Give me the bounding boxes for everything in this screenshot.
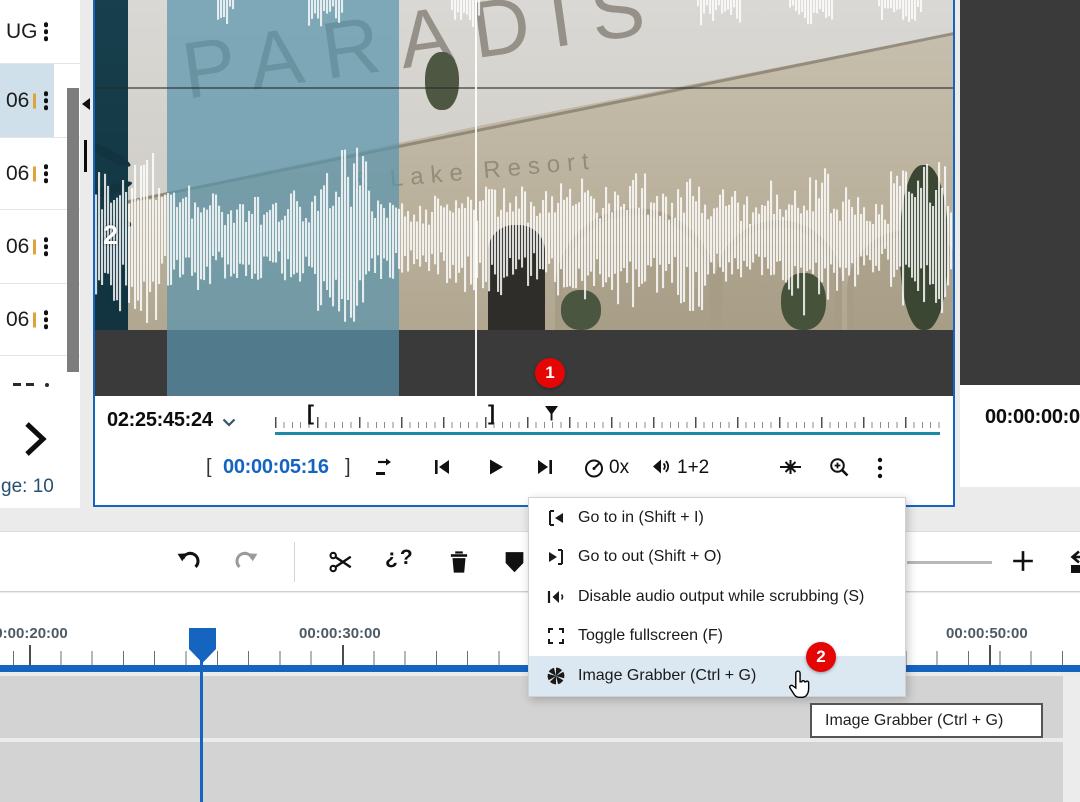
source-video-viewport[interactable]: PARADIS & Lake Resort 2	[95, 0, 953, 396]
bin-clip-row[interactable]: UG	[0, 0, 80, 64]
fullscreen-icon	[544, 626, 568, 646]
in-point-mark[interactable]: [	[307, 402, 314, 426]
mute-scrub-icon	[544, 587, 568, 607]
chevron-down-icon[interactable]	[222, 418, 236, 427]
timeline-playhead-handle[interactable]	[189, 628, 216, 664]
timeline-playhead-line	[200, 660, 203, 802]
callout-badge-1: 1	[535, 358, 565, 388]
menu-item-image-grabber[interactable]: Image Grabber (Ctrl + G)	[529, 656, 905, 696]
next-page-button[interactable]	[22, 420, 48, 458]
next-frame-icon[interactable]	[534, 456, 556, 478]
jump-to-playhead-icon[interactable]	[1062, 549, 1080, 575]
scrub-progress-line	[275, 432, 940, 436]
clip-name: 06	[6, 308, 29, 332]
delete-trash-icon[interactable]	[446, 549, 472, 575]
timeline-scrollbar[interactable]	[1063, 676, 1080, 802]
play-icon[interactable]	[484, 456, 506, 478]
duration-out-bracket: ]	[345, 456, 351, 479]
zoom-plus-icon[interactable]	[1011, 549, 1035, 573]
timeline-track-2[interactable]	[0, 742, 1080, 802]
clip-thumb-sliver	[33, 239, 36, 254]
timeline-zoom-slider[interactable]	[907, 561, 992, 564]
collapse-panel-icon[interactable]	[82, 98, 90, 110]
menu-item-disable-audio-scrub[interactable]: Disable audio output while scrubbing (S)	[529, 577, 905, 617]
page-indicator: ge: 10	[1, 476, 54, 498]
scrub-bar[interactable]: [ ]	[275, 409, 940, 435]
clip-thumb-sliver	[33, 93, 36, 108]
source-monitor-panel: PARADIS & Lake Resort 2	[93, 0, 955, 507]
unlink-icon[interactable]: ¿?	[385, 546, 415, 570]
audio-channels-value: 1+2	[677, 457, 709, 479]
duration-in-bracket: [	[206, 456, 212, 479]
playback-speed-value: 0x	[609, 457, 629, 479]
current-timecode[interactable]: 02:25:45:24	[107, 409, 213, 432]
clip-name: 06	[6, 162, 29, 186]
source-monitor-controls: 02:25:45:24 [ ] [ 00:00:05:16 ]	[95, 396, 953, 505]
previous-frame-icon[interactable]	[431, 456, 453, 478]
zoom-in-icon[interactable]	[828, 456, 851, 479]
track-number-label: 2	[103, 220, 118, 251]
video-editor-app: UG 06 06 06 06	[0, 0, 1080, 802]
kebab-menu-icon[interactable]	[41, 89, 51, 113]
menu-item-go-to-in[interactable]: Go to in (Shift + I)	[529, 498, 905, 538]
kebab-menu-icon[interactable]	[41, 162, 51, 186]
cut-scissors-icon[interactable]	[327, 549, 355, 575]
monitor-context-menu: Go to in (Shift + I) Go to out (Shift + …	[528, 497, 906, 697]
playback-speed-icon[interactable]	[582, 456, 606, 480]
program-monitor-panel: 00:00:00:00	[960, 0, 1080, 487]
kebab-menu-icon[interactable]	[41, 308, 51, 332]
ruler-timecode-label: 00:00:50:00	[946, 625, 1028, 642]
menu-item-toggle-fullscreen[interactable]: Toggle fullscreen (F)	[529, 617, 905, 657]
redo-icon[interactable]	[233, 549, 259, 575]
bin-scrollbar[interactable]	[67, 88, 79, 372]
audio-waveform	[95, 0, 953, 396]
program-video-viewport[interactable]	[960, 0, 1080, 385]
image-grabber-shutter-icon	[544, 666, 568, 686]
monitor-more-kebab-icon[interactable]	[876, 456, 884, 480]
marker-shield-icon[interactable]	[502, 549, 527, 575]
clip-name: 06	[6, 235, 29, 259]
scrub-ticks-major	[275, 417, 940, 428]
splitter-handle[interactable]	[84, 140, 87, 172]
out-point-mark[interactable]: ]	[488, 402, 495, 426]
kebab-menu-icon[interactable]	[41, 20, 51, 44]
ruler-timecode-label: 00:00:20:00	[0, 625, 68, 642]
transport-controls: [ 00:00:05:16 ] 0x	[95, 450, 953, 500]
clip-name: 06	[6, 89, 29, 113]
scrub-playhead-handle[interactable]	[544, 406, 559, 421]
clip-thumb-sliver	[33, 166, 36, 181]
ruler-timecode-label: 00:00:30:00	[299, 625, 381, 642]
speaker-icon[interactable]	[650, 456, 672, 478]
program-timecode[interactable]: 00:00:00:00	[985, 406, 1080, 429]
kebab-menu-icon[interactable]	[41, 235, 51, 259]
go-to-out-icon	[544, 547, 568, 567]
video-playhead-line	[475, 0, 477, 396]
toolbar-divider	[294, 542, 295, 582]
tooltip: Image Grabber (Ctrl + G)	[810, 703, 1043, 738]
clip-name: UG	[6, 20, 38, 44]
menu-item-go-to-out[interactable]: Go to out (Shift + O)	[529, 538, 905, 578]
hand-cursor-icon	[786, 670, 812, 700]
waveform-display-icon[interactable]	[779, 456, 802, 478]
go-to-in-icon	[544, 508, 568, 528]
duration-timecode[interactable]: 00:00:05:16	[223, 456, 329, 479]
undo-icon[interactable]	[176, 549, 202, 575]
insert-to-timeline-icon[interactable]	[374, 456, 396, 478]
clip-thumb-sliver	[33, 312, 36, 327]
callout-badge-2: 2	[806, 642, 836, 672]
